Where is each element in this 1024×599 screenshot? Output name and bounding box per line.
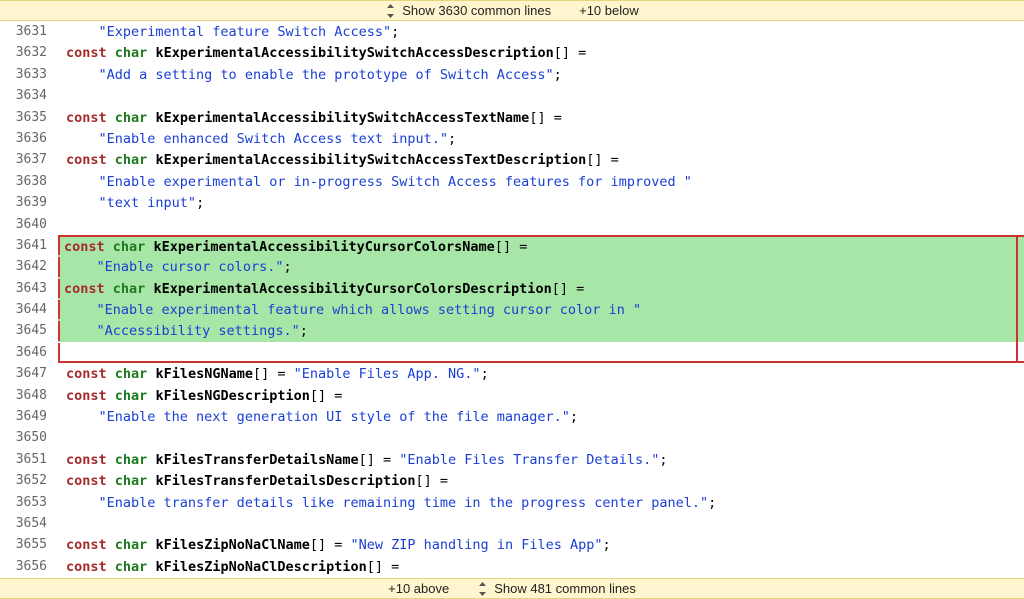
line-number[interactable]: 3647 xyxy=(0,363,58,384)
code-row: 3655const char kFilesZipNoNaClName[] = "… xyxy=(0,534,1024,555)
show-common-top-label: Show 3630 common lines xyxy=(402,0,551,21)
code-content[interactable]: const char kExperimentalAccessibilityCur… xyxy=(58,278,1024,299)
code-row: 3648const char kFilesNGDescription[] = xyxy=(0,385,1024,406)
show-common-bottom-label: Show 481 common lines xyxy=(494,578,636,599)
code-content[interactable]: const char kFilesTransferDetailsName[] =… xyxy=(58,449,1024,470)
code-content[interactable]: "Enable enhanced Switch Access text inpu… xyxy=(58,128,1024,149)
code-row: 3644 "Enable experimental feature which … xyxy=(0,299,1024,320)
code-row: 3653 "Enable transfer details like remai… xyxy=(0,492,1024,513)
code-row: 3645 "Accessibility settings."; xyxy=(0,320,1024,341)
line-number[interactable]: 3632 xyxy=(0,42,58,63)
line-number[interactable]: 3652 xyxy=(0,470,58,491)
line-number[interactable]: 3646 xyxy=(0,342,58,363)
code-content[interactable]: "Add a setting to enable the prototype o… xyxy=(58,64,1024,85)
code-content[interactable]: "Enable experimental feature which allow… xyxy=(58,299,1024,320)
code-row: 3650 xyxy=(0,427,1024,448)
code-row: 3652const char kFilesTransferDetailsDesc… xyxy=(0,470,1024,491)
code-content[interactable] xyxy=(58,427,1024,448)
code-row: 3641const char kExperimentalAccessibilit… xyxy=(0,235,1024,256)
code-content[interactable]: "Accessibility settings."; xyxy=(58,320,1024,341)
line-number[interactable]: 3651 xyxy=(0,449,58,470)
line-number[interactable]: 3638 xyxy=(0,171,58,192)
line-number[interactable]: 3631 xyxy=(0,21,58,42)
code-row: 3643const char kExperimentalAccessibilit… xyxy=(0,278,1024,299)
code-content[interactable]: const char kExperimentalAccessibilitySwi… xyxy=(58,107,1024,128)
line-number[interactable]: 3634 xyxy=(0,85,58,106)
line-number[interactable]: 3650 xyxy=(0,427,58,448)
code-row: 3633 "Add a setting to enable the protot… xyxy=(0,64,1024,85)
expand-below-label: +10 below xyxy=(579,0,639,21)
code-row: 3636 "Enable enhanced Switch Access text… xyxy=(0,128,1024,149)
code-content[interactable]: "text input"; xyxy=(58,192,1024,213)
code-row: 3631 "Experimental feature Switch Access… xyxy=(0,21,1024,42)
code-row: 3634 xyxy=(0,85,1024,106)
line-number[interactable]: 3644 xyxy=(0,299,58,320)
unfold-icon xyxy=(477,582,488,596)
highlight-right-border xyxy=(1016,235,1018,363)
expand-above-label: +10 above xyxy=(388,578,449,599)
code-content[interactable] xyxy=(58,513,1024,534)
code-content[interactable]: const char kExperimentalAccessibilitySwi… xyxy=(58,42,1024,63)
line-number[interactable]: 3654 xyxy=(0,513,58,534)
line-number[interactable]: 3633 xyxy=(0,64,58,85)
code-row: 3639 "text input"; xyxy=(0,192,1024,213)
line-number[interactable]: 3640 xyxy=(0,214,58,235)
code-content[interactable]: const char kFilesNGName[] = "Enable File… xyxy=(58,363,1024,384)
line-number[interactable]: 3656 xyxy=(0,556,58,577)
code-content[interactable]: "Enable the next generation UI style of … xyxy=(58,406,1024,427)
show-common-top[interactable]: Show 3630 common lines xyxy=(385,0,551,21)
code-content[interactable] xyxy=(58,85,1024,106)
line-number[interactable]: 3645 xyxy=(0,320,58,341)
code-row: 3638 "Enable experimental or in-progress… xyxy=(0,171,1024,192)
code-content[interactable] xyxy=(58,214,1024,235)
code-row: 3635const char kExperimentalAccessibilit… xyxy=(0,107,1024,128)
line-number[interactable]: 3643 xyxy=(0,278,58,299)
expand-below[interactable]: +10 below xyxy=(579,0,639,21)
line-number[interactable]: 3636 xyxy=(0,128,58,149)
code-row: 3642 "Enable cursor colors."; xyxy=(0,256,1024,277)
code-content[interactable]: "Enable experimental or in-progress Swit… xyxy=(58,171,1024,192)
line-number[interactable]: 3648 xyxy=(0,385,58,406)
code-row: 3649 "Enable the next generation UI styl… xyxy=(0,406,1024,427)
code-content[interactable]: const char kExperimentalAccessibilityCur… xyxy=(58,235,1024,256)
code-row: 3654 xyxy=(0,513,1024,534)
line-number[interactable]: 3649 xyxy=(0,406,58,427)
code-row: 3637const char kExperimentalAccessibilit… xyxy=(0,149,1024,170)
line-number[interactable]: 3639 xyxy=(0,192,58,213)
line-number[interactable]: 3653 xyxy=(0,492,58,513)
code-content[interactable]: const char kFilesZipNoNaClName[] = "New … xyxy=(58,534,1024,555)
line-number[interactable]: 3637 xyxy=(0,149,58,170)
code-row: 3656const char kFilesZipNoNaClDescriptio… xyxy=(0,556,1024,577)
code-row: 3632const char kExperimentalAccessibilit… xyxy=(0,42,1024,63)
code-content[interactable] xyxy=(58,342,1024,363)
code-content[interactable]: "Enable transfer details like remaining … xyxy=(58,492,1024,513)
code-content[interactable]: "Experimental feature Switch Access"; xyxy=(58,21,1024,42)
expand-above[interactable]: +10 above xyxy=(388,578,449,599)
context-bar-top: Show 3630 common lines +10 below xyxy=(0,0,1024,21)
code-content[interactable]: "Enable cursor colors."; xyxy=(58,256,1024,277)
code-content[interactable]: const char kExperimentalAccessibilitySwi… xyxy=(58,149,1024,170)
line-number[interactable]: 3642 xyxy=(0,256,58,277)
line-number[interactable]: 3641 xyxy=(0,235,58,256)
code-row: 3640 xyxy=(0,214,1024,235)
diff-code-pane[interactable]: 3631 "Experimental feature Switch Access… xyxy=(0,21,1024,578)
code-content[interactable]: const char kFilesZipNoNaClDescription[] … xyxy=(58,556,1024,577)
code-row: 3647const char kFilesNGName[] = "Enable … xyxy=(0,363,1024,384)
context-bar-bottom: +10 above Show 481 common lines xyxy=(0,578,1024,599)
code-row: 3651const char kFilesTransferDetailsName… xyxy=(0,449,1024,470)
line-number[interactable]: 3635 xyxy=(0,107,58,128)
unfold-icon xyxy=(385,4,396,18)
line-number[interactable]: 3655 xyxy=(0,534,58,555)
show-common-bottom[interactable]: Show 481 common lines xyxy=(477,578,636,599)
code-content[interactable]: const char kFilesTransferDetailsDescript… xyxy=(58,470,1024,491)
code-row: 3646 xyxy=(0,342,1024,363)
code-content[interactable]: const char kFilesNGDescription[] = xyxy=(58,385,1024,406)
